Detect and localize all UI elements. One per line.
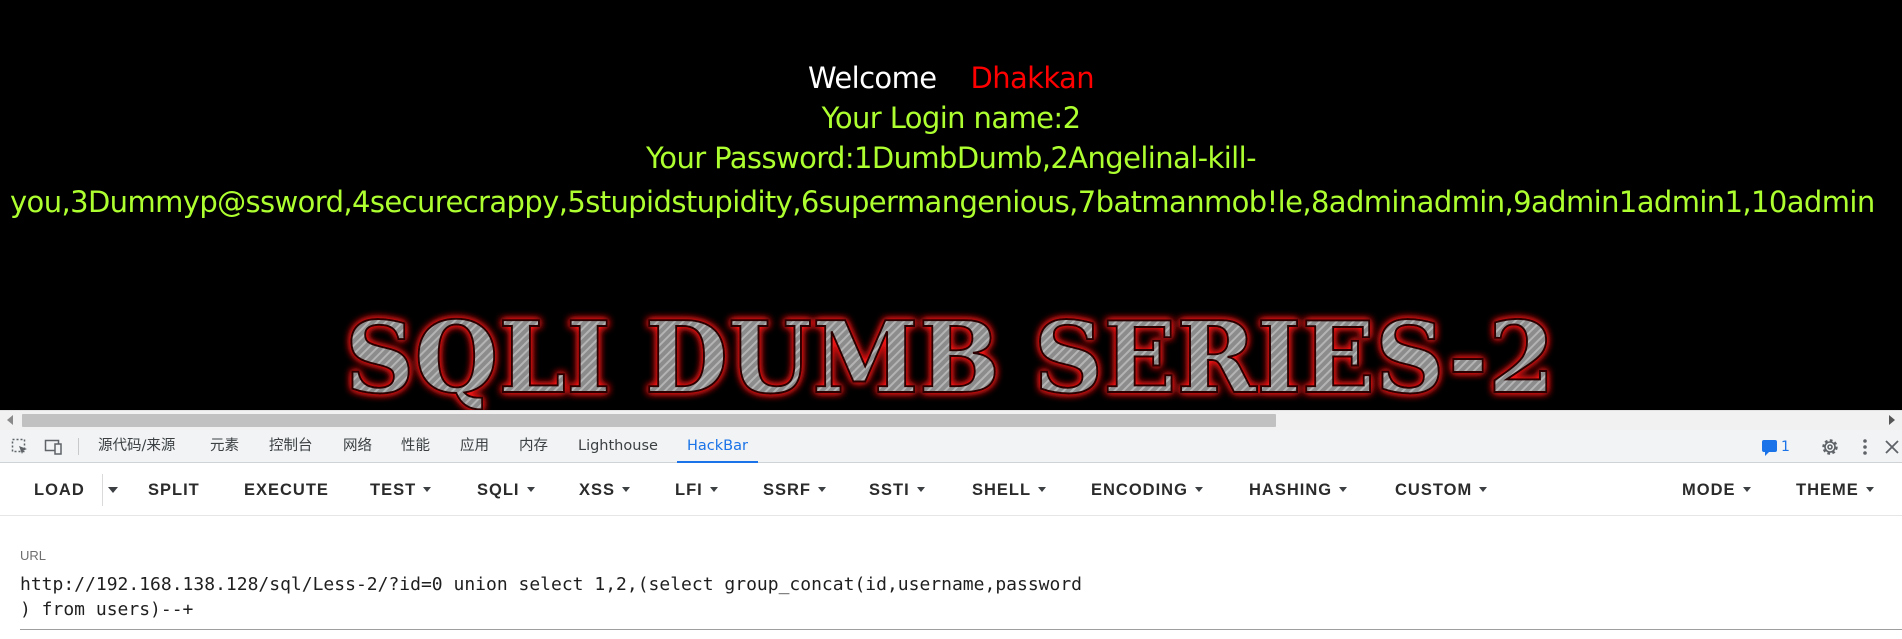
chevron-down-icon: [916, 487, 925, 492]
lfi-label: LFI: [675, 481, 703, 499]
tab-sources[interactable]: 源代码/来源: [98, 430, 175, 463]
url-label: URL: [20, 548, 47, 563]
welcome-label: Welcome: [808, 61, 937, 95]
password-line: Your Password:1DumbDumb,2Angelinal-kill-: [646, 141, 1257, 175]
close-icon[interactable]: [1882, 437, 1902, 457]
sqli-menu-button[interactable]: SQLI: [477, 464, 535, 516]
page-horizontal-scrollbar[interactable]: [0, 410, 1902, 430]
tab-elements[interactable]: 元素: [210, 430, 239, 463]
tab-performance[interactable]: 性能: [401, 430, 430, 463]
scroll-right-arrow-icon[interactable]: [1889, 415, 1895, 425]
hashing-menu-button[interactable]: HASHING: [1249, 464, 1348, 516]
chevron-down-icon: [1038, 487, 1047, 492]
load-dropdown-caret-icon[interactable]: [108, 487, 118, 493]
chevron-down-icon: [709, 487, 718, 492]
page-viewport: Welcome Dhakkan Your Login name:2 Your Pa…: [0, 0, 1902, 410]
settings-gear-icon[interactable]: [1820, 437, 1840, 457]
encoding-label: ENCODING: [1091, 481, 1188, 499]
tab-hackbar[interactable]: HackBar: [677, 430, 758, 463]
url-input[interactable]: http://192.168.138.128/sql/Less-2/?id=0 …: [20, 572, 1260, 622]
chevron-down-icon: [526, 487, 535, 492]
xss-label: XSS: [579, 481, 616, 499]
lfi-menu-button[interactable]: LFI: [675, 464, 718, 516]
issues-icon: [1762, 440, 1777, 456]
welcome-name: Dhakkan: [970, 61, 1094, 95]
sqli-label: SQLI: [477, 481, 520, 499]
chevron-down-icon: [622, 487, 631, 492]
test-menu-button[interactable]: TEST: [370, 464, 432, 516]
chevron-down-icon: [1865, 487, 1874, 492]
custom-label: CUSTOM: [1395, 481, 1473, 499]
url-field-area: URL http://192.168.138.128/sql/Less-2/?i…: [0, 530, 1902, 639]
ssrf-label: SSRF: [763, 481, 812, 499]
tab-application[interactable]: 应用: [460, 430, 489, 463]
theme-menu-button[interactable]: THEME: [1796, 464, 1874, 516]
hashing-label: HASHING: [1249, 481, 1333, 499]
login-name-line: Your Login name:2: [821, 101, 1081, 135]
chevron-down-icon: [1742, 487, 1751, 492]
shell-label: SHELL: [972, 481, 1032, 499]
execute-button[interactable]: EXECUTE: [244, 464, 329, 516]
xss-menu-button[interactable]: XSS: [579, 464, 631, 516]
password-line-continued: you,3Dummyp@ssword,4securecrappy,5stupid…: [10, 185, 1875, 219]
toolbar-separator: [78, 438, 79, 455]
tab-console[interactable]: 控制台: [269, 430, 313, 463]
chevron-down-icon: [1339, 487, 1348, 492]
devtools-panel: 源代码/来源 元素 控制台 网络 性能 应用 内存 Lighthouse Hac…: [0, 430, 1902, 639]
chevron-down-icon: [1479, 487, 1488, 492]
mode-label: MODE: [1682, 481, 1736, 499]
query-result: Welcome Dhakkan Your Login name:2 Your Pa…: [0, 58, 1902, 178]
devtools-tab-bar: 源代码/来源 元素 控制台 网络 性能 应用 内存 Lighthouse Hac…: [0, 430, 1902, 463]
theme-label: THEME: [1796, 481, 1859, 499]
inspect-element-icon[interactable]: [10, 437, 30, 457]
ssti-menu-button[interactable]: SSTI: [869, 464, 925, 516]
tab-network[interactable]: 网络: [343, 430, 372, 463]
scroll-left-arrow-icon[interactable]: [7, 415, 13, 425]
chevron-down-icon: [818, 487, 827, 492]
issues-counter[interactable]: 1: [1762, 438, 1790, 456]
issues-count: 1: [1781, 439, 1790, 455]
load-separator: [102, 474, 103, 506]
tab-memory[interactable]: 内存: [519, 430, 548, 463]
ssrf-menu-button[interactable]: SSRF: [763, 464, 827, 516]
split-button[interactable]: SPLIT: [148, 464, 200, 516]
url-field-underline: [20, 629, 1902, 630]
more-vert-icon[interactable]: [1855, 437, 1875, 457]
ssti-label: SSTI: [869, 481, 910, 499]
scrollbar-thumb[interactable]: [22, 414, 1276, 427]
mode-menu-button[interactable]: MODE: [1682, 464, 1751, 516]
load-button[interactable]: LOAD: [34, 464, 85, 516]
tab-lighthouse[interactable]: Lighthouse: [578, 430, 658, 463]
device-toolbar-icon[interactable]: [44, 437, 64, 457]
banner-text: SQLI DUMB SERIES-2: [345, 301, 1555, 410]
test-label: TEST: [370, 481, 417, 499]
chevron-down-icon: [423, 487, 432, 492]
encoding-menu-button[interactable]: ENCODING: [1091, 464, 1203, 516]
sqli-banner: SQLI DUMB SERIES-2: [330, 300, 1570, 410]
shell-menu-button[interactable]: SHELL: [972, 464, 1047, 516]
chevron-down-icon: [1194, 487, 1203, 492]
hackbar-toolbar: LOAD SPLIT EXECUTE TEST SQLI XSS LFI SSR…: [0, 464, 1902, 516]
custom-menu-button[interactable]: CUSTOM: [1395, 464, 1488, 516]
welcome-line: Welcome Dhakkan: [0, 58, 1902, 98]
